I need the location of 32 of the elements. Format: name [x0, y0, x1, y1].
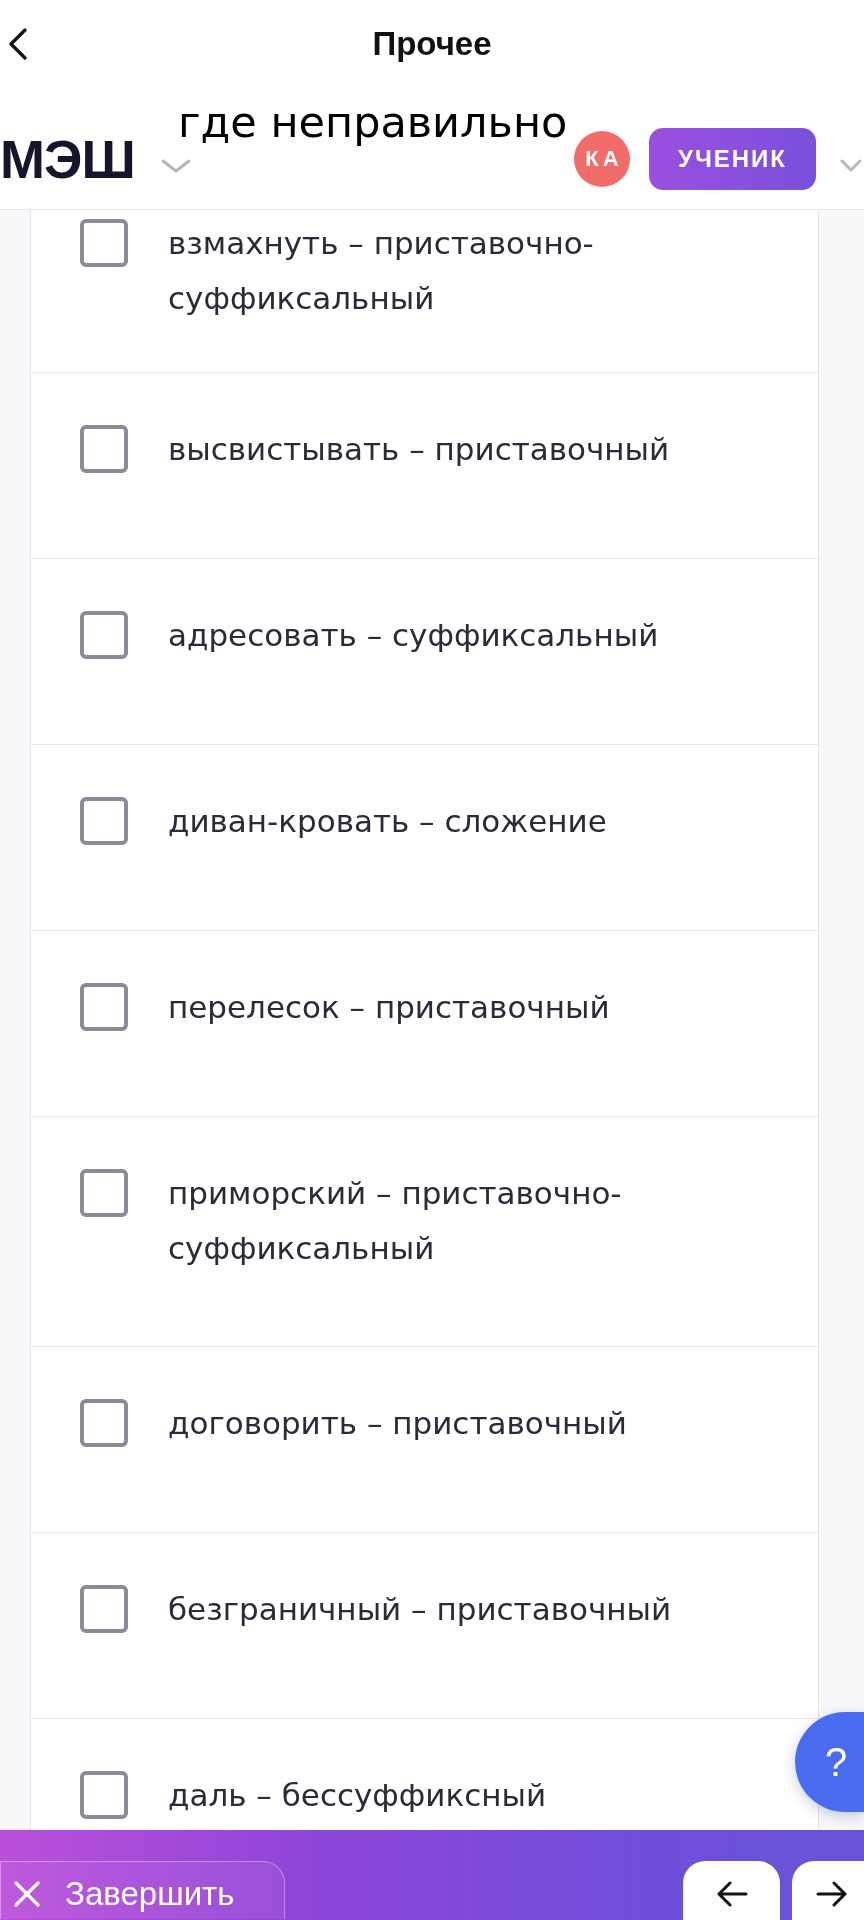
- checkbox[interactable]: [80, 983, 128, 1031]
- back-chevron-icon: [8, 28, 28, 60]
- role-button[interactable]: УЧЕНИК: [649, 127, 816, 190]
- close-icon: [13, 1879, 41, 1908]
- chevron-down-icon[interactable]: [160, 158, 191, 173]
- checkbox[interactable]: [80, 425, 128, 473]
- option-text: перелесок – приставочный: [168, 988, 610, 1027]
- finish-button[interactable]: Завершить: [0, 1861, 285, 1919]
- option-text: адресовать – суффиксальный: [168, 616, 659, 655]
- checkbox[interactable]: [80, 1399, 128, 1447]
- option-text: договорить – приставочный: [168, 1404, 627, 1443]
- checkbox[interactable]: [80, 1169, 128, 1217]
- checkbox[interactable]: [80, 797, 128, 845]
- option-text: приморский – приставочно-суффиксальный: [168, 1174, 623, 1268]
- user-avatar[interactable]: КА: [574, 130, 630, 187]
- option-text: диван-кровать – сложение: [168, 802, 607, 841]
- page-title: Прочее: [372, 25, 492, 63]
- logo-text: МЭШ: [0, 131, 135, 186]
- checkbox[interactable]: [80, 611, 128, 659]
- checkbox[interactable]: [80, 219, 128, 267]
- option-text: высвистывать – приставочный: [168, 430, 670, 469]
- checkbox[interactable]: [80, 1585, 128, 1633]
- option-text: безграничный – приставочный: [168, 1590, 672, 1629]
- checkbox[interactable]: [80, 1771, 128, 1819]
- arrow-left-icon: [715, 1880, 748, 1907]
- option-text: даль – бессуффиксный: [168, 1776, 547, 1815]
- next-button[interactable]: [792, 1861, 864, 1920]
- option-text: взмахнуть – приставочно-суффиксальный: [168, 224, 595, 318]
- arrow-right-icon: [816, 1880, 848, 1907]
- chevron-down-icon[interactable]: [840, 158, 862, 173]
- previous-button[interactable]: [683, 1861, 780, 1920]
- annotation-text: где неправильно: [178, 100, 568, 146]
